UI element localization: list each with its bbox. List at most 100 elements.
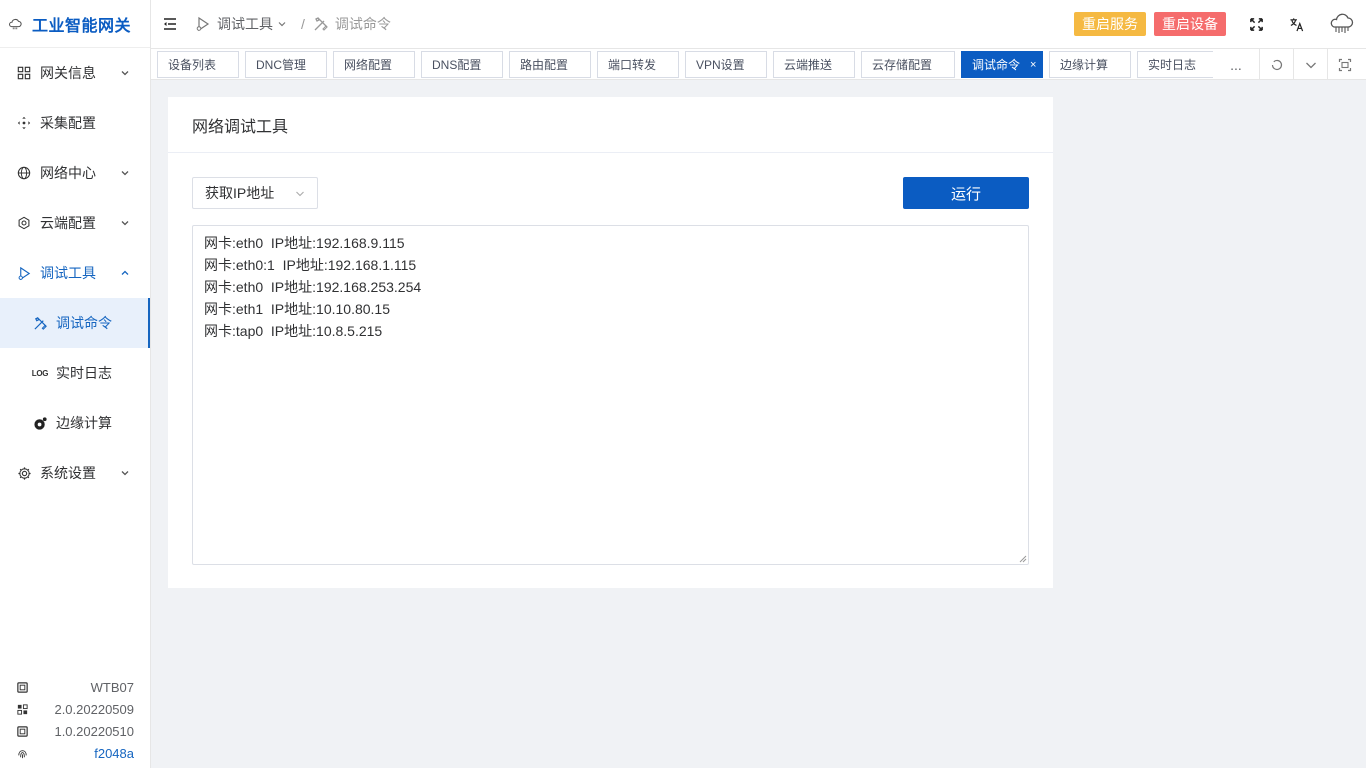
logo[interactable]: 工业智能网关	[0, 0, 150, 48]
sidebar-item-collection-config[interactable]: 采集配置	[0, 98, 150, 148]
breadcrumb-separator: /	[301, 16, 305, 32]
sysinfo-value: WTB07	[90, 679, 134, 695]
tab-cloud-storage[interactable]: 云存储配置	[861, 51, 955, 78]
translate-icon[interactable]	[1288, 16, 1304, 32]
chevron-down-icon	[121, 171, 129, 176]
output-line: 网卡:eth0 IP地址:192.168.9.115	[204, 235, 405, 251]
sidebar-item-label: 网关信息	[40, 65, 96, 81]
sidebar-item-network-center[interactable]: 网络中心	[0, 148, 150, 198]
sysinfo-value: 1.0.20220510	[54, 723, 134, 739]
sidebar: 工业智能网关 网关信息 采集配置 网络中心 云端配置 调试工具 调试命令 LOG…	[0, 0, 151, 768]
tab-label: 调试命令	[972, 58, 1021, 72]
sidebar-item-system-settings[interactable]: 系统设置	[0, 448, 150, 498]
restart-service-button[interactable]: 重启服务	[1074, 12, 1146, 36]
app-title: 工业智能网关	[32, 17, 132, 35]
tab-close-icon[interactable]: ×	[1030, 59, 1036, 71]
sidebar-item-label: 调试工具	[40, 265, 96, 281]
tab-debug-command[interactable]: 调试命令 ×	[961, 51, 1043, 78]
tools-icon	[32, 315, 48, 331]
tab-vpn[interactable]: VPN设置	[685, 51, 767, 78]
sysinfo-fingerprint: f2048a	[16, 742, 134, 764]
fullscreen-icon[interactable]	[1248, 16, 1264, 32]
tab-label: 路由配置	[520, 58, 569, 72]
output-line: 网卡:eth0:1 IP地址:192.168.1.115	[204, 257, 417, 273]
chevron-down-icon	[121, 221, 129, 226]
edge-icon	[32, 415, 48, 431]
restart-device-button[interactable]: 重启设备	[1154, 12, 1226, 36]
sidebar-subitem-label: 边缘计算	[56, 415, 112, 431]
run-button[interactable]: 运行	[903, 177, 1029, 209]
tabs-refresh-button[interactable]	[1259, 49, 1293, 80]
tab-label: 云端推送	[784, 58, 833, 72]
sidebar-subitem-edge-compute[interactable]: 边缘计算	[0, 398, 150, 448]
sysinfo-model: WTB07	[16, 676, 134, 698]
top-header: 调试工具 / 调试命令 重启服务 重启设备	[151, 0, 1366, 48]
tab-edge-compute[interactable]: 边缘计算	[1049, 51, 1131, 78]
sysinfo-value: 2.0.20220509	[54, 701, 134, 717]
tabs-maximize-button[interactable]	[1327, 49, 1361, 80]
breadcrumb: 调试工具 / 调试命令	[195, 14, 391, 34]
settings-icon	[16, 215, 32, 231]
sidebar-item-label: 采集配置	[40, 115, 96, 131]
breadcrumb-parent[interactable]: 调试工具	[217, 14, 273, 34]
debug-icon	[16, 265, 32, 281]
maximize-icon	[1338, 58, 1351, 71]
breadcrumb-current: 调试命令	[334, 16, 391, 32]
card-title: 网络调试工具	[168, 97, 1053, 153]
sysinfo-firmware: 2.0.20220509	[16, 698, 134, 720]
log-icon: LOG	[32, 365, 49, 381]
tab-network-config[interactable]: 网络配置	[333, 51, 415, 78]
tab-port-forward[interactable]: 端口转发	[597, 51, 679, 78]
chevron-down-icon	[1305, 62, 1316, 68]
tab-dns-config[interactable]: DNS配置	[421, 51, 503, 78]
chip-icon	[17, 725, 28, 737]
select-value: 获取IP地址	[205, 185, 275, 201]
sidebar-subitem-debug-command[interactable]: 调试命令	[0, 298, 150, 348]
tab-label: 边缘计算	[1060, 58, 1109, 72]
tab-label: VPN设置	[696, 58, 745, 72]
chevron-down-icon	[121, 471, 129, 476]
tabs-more-button[interactable]: ...	[1214, 49, 1258, 80]
tab-route-config[interactable]: 路由配置	[509, 51, 591, 78]
move-icon	[16, 115, 32, 131]
tab-realtime-log[interactable]: 实时日志	[1137, 51, 1213, 78]
globe-icon	[16, 165, 32, 181]
output-line: 网卡:eth1 IP地址:10.10.80.15	[204, 301, 390, 317]
tab-label: 设备列表	[168, 58, 217, 72]
tab-label: 端口转发	[608, 58, 657, 72]
tab-label: 实时日志	[1148, 58, 1197, 72]
tab-label: DNS配置	[432, 58, 482, 72]
sidebar-subitem-label: 调试命令	[56, 315, 112, 331]
gear-icon	[16, 465, 32, 481]
tabs-bar: 设备列表 DNC管理 网络配置 DNS配置 路由配置 端口转发 VPN设置 云端…	[151, 48, 1366, 80]
sysinfo-version: 1.0.20220510	[16, 720, 134, 742]
tabs-dropdown-button[interactable]	[1293, 49, 1327, 80]
menu-fold-icon[interactable]	[161, 15, 179, 33]
tab-cloud-push[interactable]: 云端推送	[773, 51, 855, 78]
debug-icon	[196, 16, 210, 32]
fingerprint-icon	[18, 749, 27, 758]
tab-dnc[interactable]: DNC管理	[245, 51, 327, 78]
tab-label: DNC管理	[256, 58, 306, 72]
sidebar-item-gateway-info[interactable]: 网关信息	[0, 48, 150, 98]
cloud-gateway-icon[interactable]	[1328, 11, 1354, 37]
sidebar-item-label: 系统设置	[40, 465, 96, 481]
header-actions: 重启服务 重启设备	[1074, 0, 1354, 48]
cloud-logo-icon	[9, 18, 22, 29]
tab-device-list[interactable]: 设备列表	[157, 51, 239, 78]
sysinfo-value-link[interactable]: f2048a	[94, 746, 134, 761]
tab-label: 云存储配置	[872, 58, 933, 72]
sidebar-subitem-label: 实时日志	[56, 365, 112, 381]
refresh-icon	[1271, 59, 1282, 70]
sidebar-item-cloud-config[interactable]: 云端配置	[0, 198, 150, 248]
sidebar-subitem-realtime-log[interactable]: LOG 实时日志	[0, 348, 150, 398]
output-line: 网卡:eth0 IP地址:192.168.253.254	[204, 279, 422, 295]
output-textarea[interactable]: 网卡:eth0 IP地址:192.168.9.115 网卡:eth0:1 IP地…	[192, 225, 1029, 565]
chevron-up-icon	[121, 270, 129, 275]
output-line: 网卡:tap0 IP地址:10.8.5.215	[204, 323, 383, 339]
resize-handle-icon[interactable]	[1019, 555, 1027, 563]
sidebar-item-debug-tools[interactable]: 调试工具	[0, 248, 150, 298]
firmware-icon	[17, 703, 28, 715]
grid-icon	[16, 65, 32, 81]
command-select[interactable]: 获取IP地址	[192, 177, 318, 209]
